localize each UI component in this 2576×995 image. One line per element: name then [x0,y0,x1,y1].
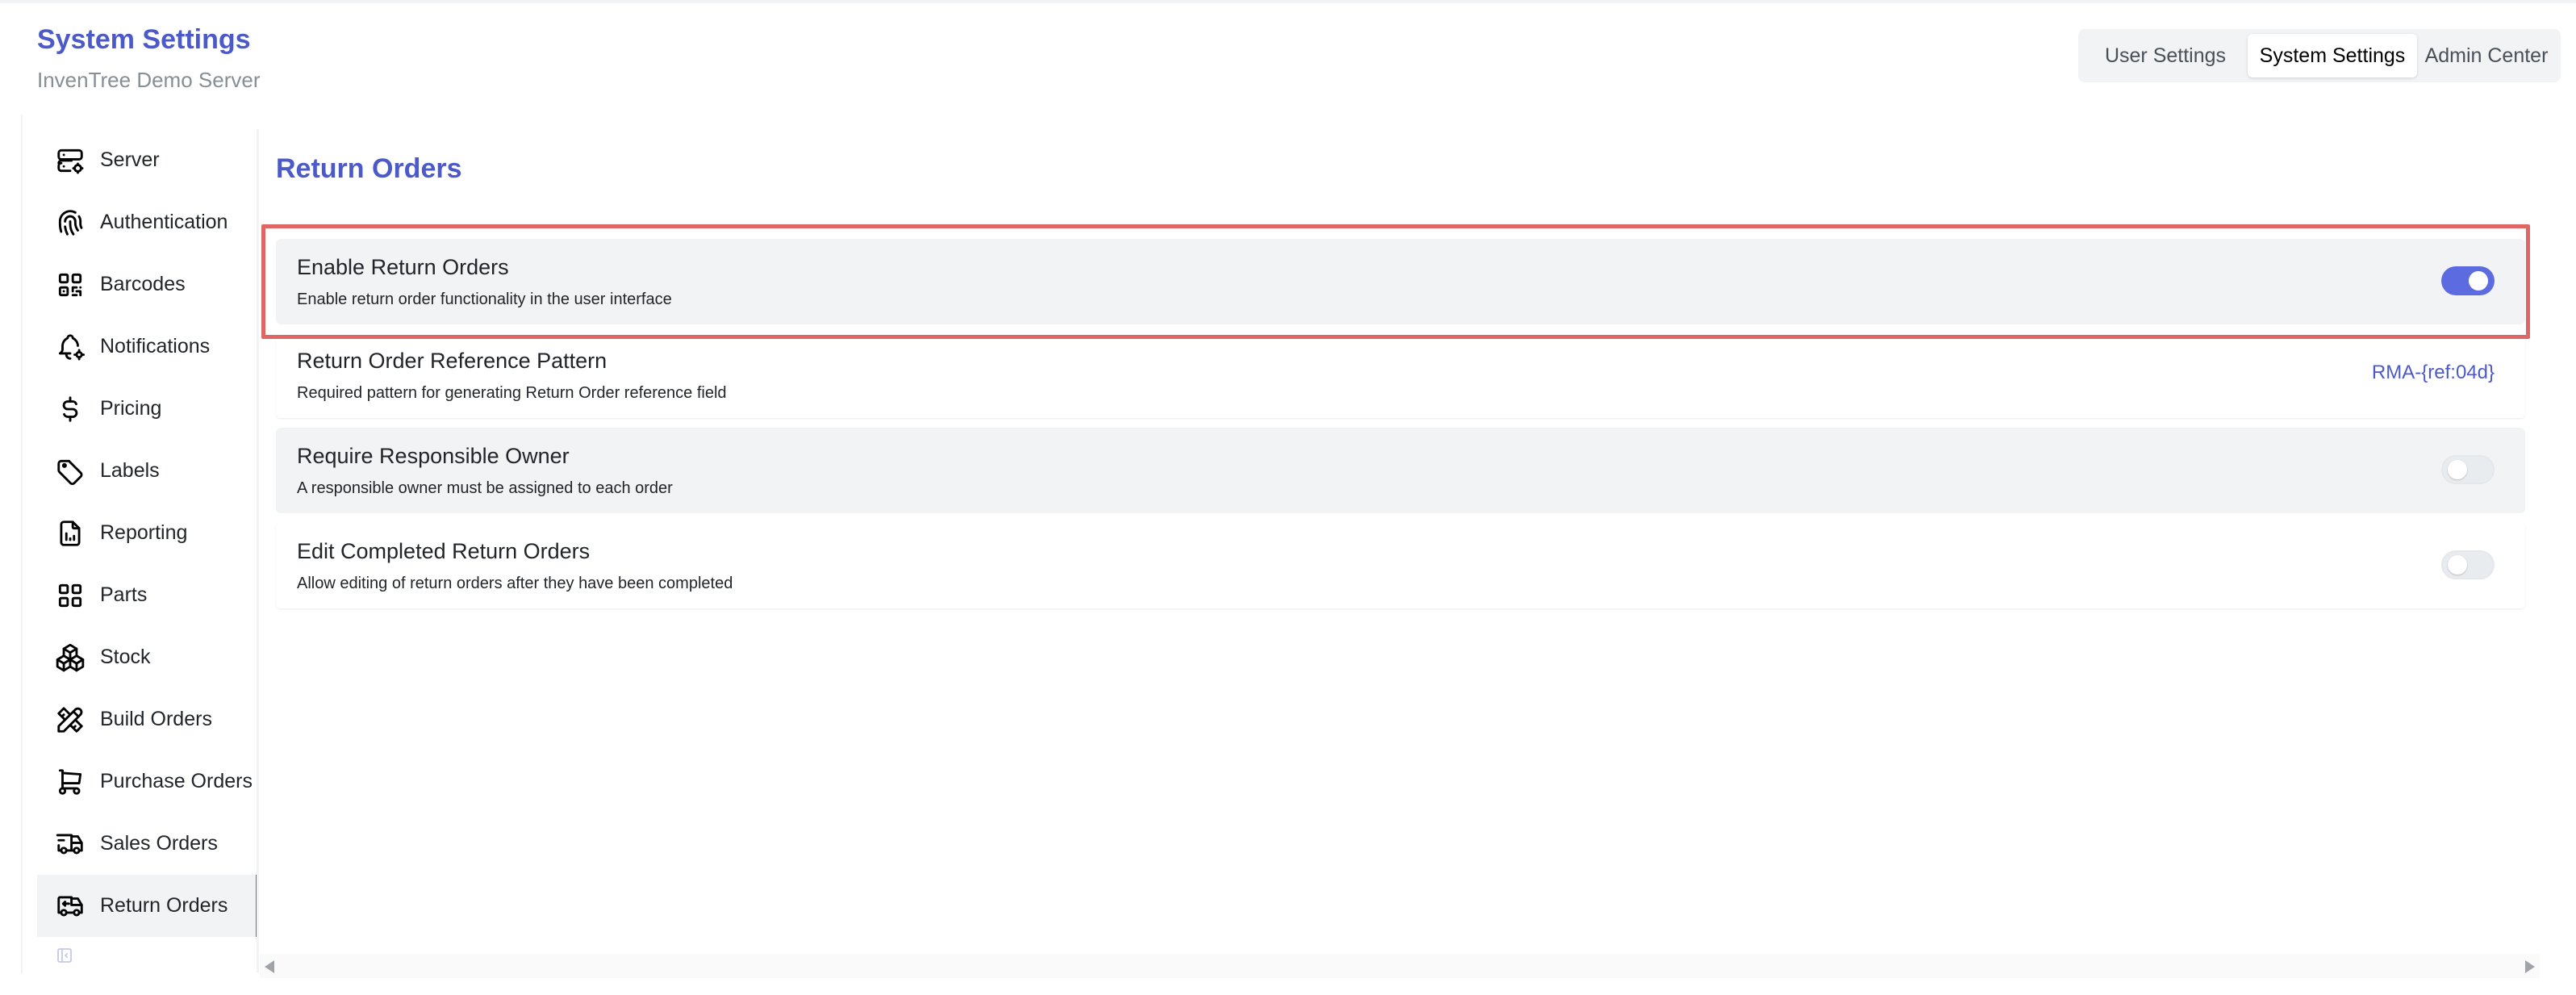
setting-row-reference-pattern: Return Order Reference Pattern Required … [276,332,2525,418]
scroll-left-icon[interactable] [265,960,274,973]
sidebar-item-label: Return Orders [100,894,228,917]
setting-row-require-responsible-owner: Require Responsible Owner A responsible … [276,428,2525,513]
setting-row-enable-return-orders: Enable Return Orders Enable return order… [276,239,2525,324]
page-subtitle: InvenTree Demo Server [37,68,261,92]
sidebar-item-server[interactable]: Server [37,129,258,191]
tools-icon [57,707,83,733]
setting-name: Enable Return Orders [297,255,509,279]
enable-return-orders-toggle[interactable] [2441,266,2495,295]
truck-delivery-icon [56,834,83,855]
page-title: System Settings [37,24,251,55]
sidebar-item-pricing[interactable]: Pricing [37,378,258,440]
report-icon [60,520,81,546]
sidebar-item-build-orders[interactable]: Build Orders [37,688,258,750]
packages-icon [56,643,85,672]
setting-description: Allow editing of return orders after the… [297,575,733,592]
edit-completed-return-orders-toggle[interactable] [2441,550,2495,579]
sidebar-item-return-orders[interactable]: Return Orders [37,875,258,937]
settings-sidebar: Server Authentication Barcodes Notificat… [37,129,258,937]
sidebar-item-label: Stock [100,646,151,668]
sidebar-item-label: Barcodes [100,273,186,295]
settings-segmented-control: User Settings System Settings Admin Cent… [2078,29,2561,82]
cart-icon [58,769,82,795]
sidebar-item-label: Reporting [100,521,188,544]
sidebar-item-purchase-orders[interactable]: Purchase Orders [37,750,258,813]
require-responsible-owner-toggle[interactable] [2441,455,2495,484]
segment-system-settings[interactable]: System Settings [2248,34,2417,77]
server-cog-icon [57,148,84,174]
horizontal-scrollbar[interactable] [260,954,2540,978]
segment-user-settings[interactable]: User Settings [2083,34,2248,77]
sidebar-item-barcodes[interactable]: Barcodes [37,253,258,316]
frame-border [21,115,23,974]
top-border [0,0,2576,3]
fingerprint-icon [58,210,83,236]
sidebar-item-authentication[interactable]: Authentication [37,191,258,253]
setting-name: Return Order Reference Pattern [297,349,607,373]
setting-name: Edit Completed Return Orders [297,539,591,563]
setting-description: A responsible owner must be assigned to … [297,479,673,497]
grid-icon [58,583,82,608]
sidebar-item-labels[interactable]: Labels [37,440,258,502]
qrcode-icon [58,273,82,297]
sidebar-item-parts[interactable]: Parts [37,564,258,626]
sidebar-item-stock[interactable]: Stock [37,626,258,688]
sidebar-item-label: Parts [100,583,148,606]
reference-pattern-value[interactable]: RMA-{ref:04d} [2372,362,2495,384]
bell-cog-icon [58,334,86,361]
sidebar-item-notifications[interactable]: Notifications [37,316,258,378]
sidebar-item-sales-orders[interactable]: Sales Orders [37,813,258,875]
toggle-knob [2448,460,2467,479]
sidebar-item-reporting[interactable]: Reporting [37,502,258,564]
section-title: Return Orders [276,153,462,184]
sidebar-item-label: Authentication [100,211,228,233]
truck-return-icon [57,896,83,917]
sidebar-item-label: Pricing [100,397,162,420]
sidebar-item-label: Server [100,148,160,171]
sidebar-item-label: Labels [100,459,160,482]
toggle-knob [2448,555,2467,575]
sidebar-divider [257,129,259,972]
sidebar-item-label: Notifications [100,335,211,357]
setting-name: Require Responsible Owner [297,444,570,468]
scroll-right-icon[interactable] [2525,960,2535,973]
sidebar-item-label: Purchase Orders [100,770,253,792]
segment-admin-center[interactable]: Admin Center [2417,34,2556,77]
tag-icon [57,459,83,486]
sidebar-collapse-icon[interactable] [55,946,74,965]
sidebar-item-label: Build Orders [100,708,212,730]
setting-description: Enable return order functionality in the… [297,291,672,308]
toggle-knob [2469,271,2488,291]
setting-description: Required pattern for generating Return O… [297,384,727,402]
setting-row-edit-completed-return-orders: Edit Completed Return Orders Allow editi… [276,523,2525,608]
sidebar-item-label: Sales Orders [100,832,218,855]
dollar-icon [62,396,78,422]
